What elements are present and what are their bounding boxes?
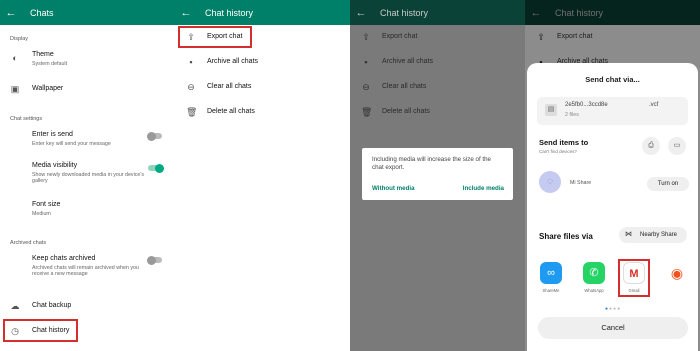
include-media-button[interactable]: Include media — [463, 185, 504, 192]
theme-icon: ◐ — [12, 53, 18, 63]
menu-clear-all[interactable]: ⊖ Clear all chats — [350, 75, 525, 100]
file-icon: ▤ — [545, 104, 557, 116]
keep-archived-label: Keep chats archived — [32, 255, 96, 262]
export-dialog-panel: ← Chat history ⇪ Export chat ▪ Archive a… — [350, 0, 525, 351]
file-name: 2e5fb0...3ccd8e — [565, 102, 608, 108]
app-bar: ← Chat history — [175, 0, 350, 25]
back-arrow-icon[interactable]: ← — [0, 7, 22, 19]
media-dialog: Including media will increase the size o… — [362, 148, 513, 200]
page-title: Chats — [30, 7, 54, 18]
section-display: Display — [10, 36, 29, 42]
clear-all-label: Clear all chats — [382, 83, 427, 90]
setting-enter-is-send[interactable]: Enter is send Enter key will send your m… — [0, 128, 175, 152]
turn-on-button[interactable]: Turn on — [647, 177, 689, 191]
font-size-label: Font size — [32, 201, 61, 208]
archive-icon: ▪ — [364, 57, 368, 67]
monitor-icon[interactable]: ▭ — [668, 137, 686, 155]
app-other[interactable]: ◉ — [665, 262, 689, 288]
chat-backup-label: Chat backup — [32, 302, 72, 309]
share-title: Send chat via... — [585, 75, 640, 84]
file-summary: ▤ 2e5fb0...3ccd8e .vcf 2 files — [537, 97, 688, 125]
setting-theme[interactable]: ◐ Theme System default — [0, 48, 175, 72]
media-visibility-label: Media visibility — [32, 162, 78, 169]
highlight-chat-history — [3, 319, 78, 342]
wallpaper-label: Wallpaper — [32, 85, 64, 92]
whatsapp-label: WhatsApp — [584, 288, 604, 293]
font-size-value: Medium — [32, 211, 51, 217]
file-count: 2 files — [565, 112, 579, 118]
mi-share-label: Mi Share — [570, 180, 592, 186]
delete-all-label: Delete all chats — [207, 108, 255, 115]
back-arrow-icon[interactable]: ← — [175, 7, 197, 19]
theme-label: Theme — [32, 51, 54, 58]
setting-keep-archived[interactable]: Keep chats archived Archived chats will … — [0, 252, 175, 282]
file-extension: .vcf — [649, 102, 659, 108]
cloud-backup-icon: ☁ — [10, 301, 20, 311]
nearby-share-label: Nearby Share — [640, 232, 678, 238]
nearby-share-button[interactable]: ⋈ Nearby Share — [619, 227, 687, 243]
share-sheet: Send chat via... ▤ 2e5fb0...3ccd8e .vcf … — [527, 63, 698, 351]
media-visibility-toggle[interactable] — [148, 163, 164, 173]
setting-chat-backup[interactable]: ☁ Chat backup — [0, 298, 175, 314]
printer-icon[interactable]: ⎙ — [642, 137, 660, 155]
setting-media-visibility[interactable]: Media visibility Show newly downloaded m… — [0, 159, 175, 189]
setting-wallpaper[interactable]: ▣ Wallpaper — [0, 80, 175, 98]
media-visibility-desc: Show newly downloaded media in your devi… — [32, 172, 145, 185]
enter-is-send-desc: Enter key will send your message — [32, 141, 111, 147]
highlight-gmail — [618, 259, 650, 297]
back-arrow-icon[interactable]: ← — [350, 7, 372, 19]
app-bar: ← Chats — [0, 0, 175, 25]
archive-icon: ▪ — [189, 57, 193, 67]
trash-icon: 🗑 — [361, 107, 373, 117]
share-sheet-panel: ← Chat history ⇪ Export chat ▪ Archive a… — [525, 0, 700, 351]
trash-icon: 🗑 — [186, 107, 198, 117]
menu-export-chat[interactable]: ⇪ Export chat — [350, 25, 525, 50]
menu-archive-all[interactable]: ▪ Archive all chats — [175, 50, 350, 75]
mi-share-icon: ◌ — [539, 171, 561, 193]
keep-archived-desc: Archived chats will remain archived when… — [32, 265, 139, 278]
clear-icon: ⊖ — [362, 82, 370, 92]
app-shareme[interactable]: ∞ ShareMe — [539, 262, 563, 293]
archive-all-label: Archive all chats — [382, 58, 433, 65]
wallpaper-icon: ▣ — [10, 84, 20, 94]
without-media-button[interactable]: Without media — [372, 185, 415, 192]
dialog-message: Including media will increase the size o… — [372, 156, 492, 171]
section-chat-settings: Chat settings — [10, 116, 43, 122]
menu-delete-all[interactable]: 🗑 Delete all chats — [175, 100, 350, 125]
archive-all-label: Archive all chats — [207, 58, 258, 65]
share-files-via-heading: Share files via — [539, 232, 593, 241]
nearby-share-icon: ⋈ — [625, 231, 632, 238]
shareme-label: ShareMe — [542, 288, 560, 293]
theme-value: System default — [32, 61, 68, 67]
menu-delete-all[interactable]: 🗑 Delete all chats — [350, 100, 525, 125]
menu-archive-all[interactable]: ▪ Archive all chats — [350, 50, 525, 75]
app-bar: ← Chat history — [350, 0, 525, 25]
page-title: Chat history — [205, 7, 254, 18]
keep-archived-toggle[interactable] — [147, 255, 162, 265]
page-indicator: ●●●● — [605, 306, 622, 312]
clear-icon: ⊖ — [187, 82, 195, 92]
whatsapp-icon: ✆ — [583, 262, 605, 284]
app-whatsapp[interactable]: ✆ WhatsApp — [582, 262, 606, 293]
enter-is-send-toggle[interactable] — [147, 131, 162, 141]
section-archived-chats: Archived chats — [10, 240, 47, 246]
cant-find-devices-link[interactable]: Can't find devices? — [539, 149, 577, 154]
highlight-export-chat — [178, 26, 252, 48]
page-title: Chat history — [380, 7, 429, 18]
shareme-icon: ∞ — [540, 262, 562, 284]
menu-clear-all[interactable]: ⊖ Clear all chats — [175, 75, 350, 100]
chat-history-panel: ← Chat history ⇪ Export chat ▪ Archive a… — [175, 0, 350, 351]
setting-font-size[interactable]: Font size Medium — [0, 198, 175, 220]
export-chat-label: Export chat — [382, 33, 418, 40]
enter-is-send-label: Enter is send — [32, 131, 73, 138]
chats-settings-panel: ← Chats Display ◐ Theme System default ▣… — [0, 0, 175, 351]
cancel-button[interactable]: Cancel — [538, 317, 688, 339]
clear-all-label: Clear all chats — [207, 83, 252, 90]
export-icon: ⇪ — [362, 32, 370, 42]
send-items-heading: Send items to — [539, 138, 589, 147]
other-app-icon: ◉ — [666, 262, 688, 284]
delete-all-label: Delete all chats — [382, 108, 430, 115]
